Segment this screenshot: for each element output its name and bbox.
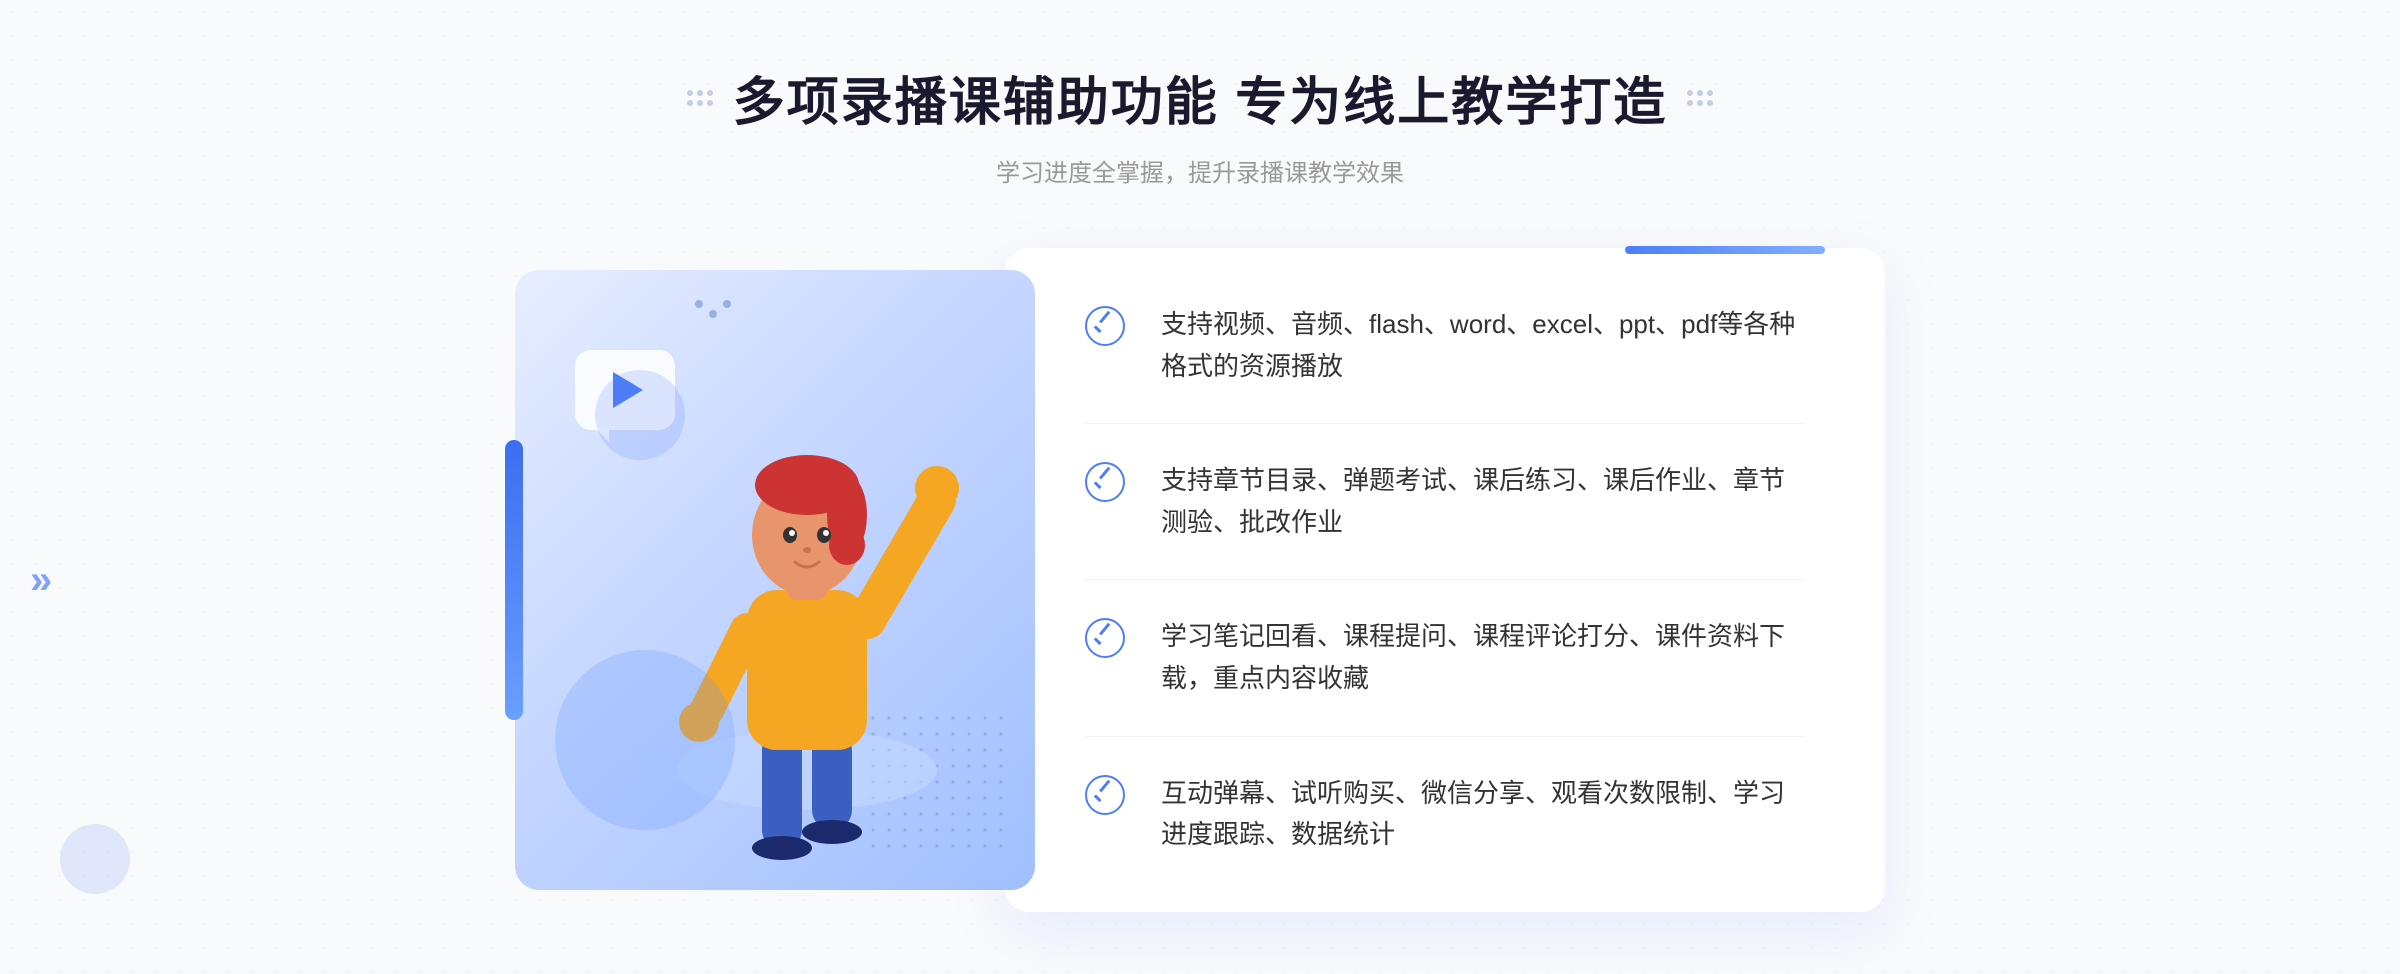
feature-item-2: 支持章节目录、弹题考试、课后练习、课后作业、章节测验、批改作业	[1085, 424, 1805, 580]
feature-item-3: 学习笔记回看、课程提问、课程评论打分、课件资料下载，重点内容收藏	[1085, 580, 1805, 736]
feature-text-3: 学习笔记回看、课程提问、课程评论打分、课件资料下载，重点内容收藏	[1161, 616, 1805, 699]
page-wrapper: 多项录播课辅助功能 专为线上教学打造 学习进度全掌握，提升录播课教学效果 »	[0, 0, 2400, 974]
left-chevron-icon: »	[30, 560, 52, 600]
feature-text-2: 支持章节目录、弹题考试、课后练习、课后作业、章节测验、批改作业	[1161, 460, 1805, 543]
sparkle-decoration	[695, 300, 731, 318]
header-title-row: 多项录播课辅助功能 专为线上教学打造	[687, 60, 1713, 135]
main-content: »	[0, 248, 2400, 912]
feature-text-4: 互动弹幕、试听购买、微信分享、观看次数限制、学习进度跟踪、数据统计	[1161, 773, 1805, 856]
check-icon-4	[1085, 775, 1125, 815]
page-title: 多项录播课辅助功能 专为线上教学打造	[733, 60, 1667, 135]
header-subtitle: 学习进度全掌握，提升录播课教学效果	[687, 153, 1713, 188]
features-card: 支持视频、音频、flash、word、excel、ppt、pdf等各种格式的资源…	[1005, 248, 1885, 912]
dots-left-icon	[687, 90, 713, 106]
blue-bar-accent	[505, 440, 523, 720]
illustration-card	[515, 270, 1035, 890]
features-list: 支持视频、音频、flash、word、excel、ppt、pdf等各种格式的资源…	[1085, 304, 1805, 856]
check-icon-3	[1085, 618, 1125, 658]
deco-circle-bottom	[555, 650, 735, 830]
dots-right-icon	[1687, 90, 1713, 106]
check-icon-2	[1085, 462, 1125, 502]
feature-item-4: 互动弹幕、试听购买、微信分享、观看次数限制、学习进度跟踪、数据统计	[1085, 737, 1805, 856]
header-section: 多项录播课辅助功能 专为线上教学打造 学习进度全掌握，提升录播课教学效果	[687, 0, 1713, 188]
feature-text-1: 支持视频、音频、flash、word、excel、ppt、pdf等各种格式的资源…	[1161, 304, 1805, 387]
feature-item-1: 支持视频、音频、flash、word、excel、ppt、pdf等各种格式的资源…	[1085, 304, 1805, 424]
check-icon-1	[1085, 306, 1125, 346]
